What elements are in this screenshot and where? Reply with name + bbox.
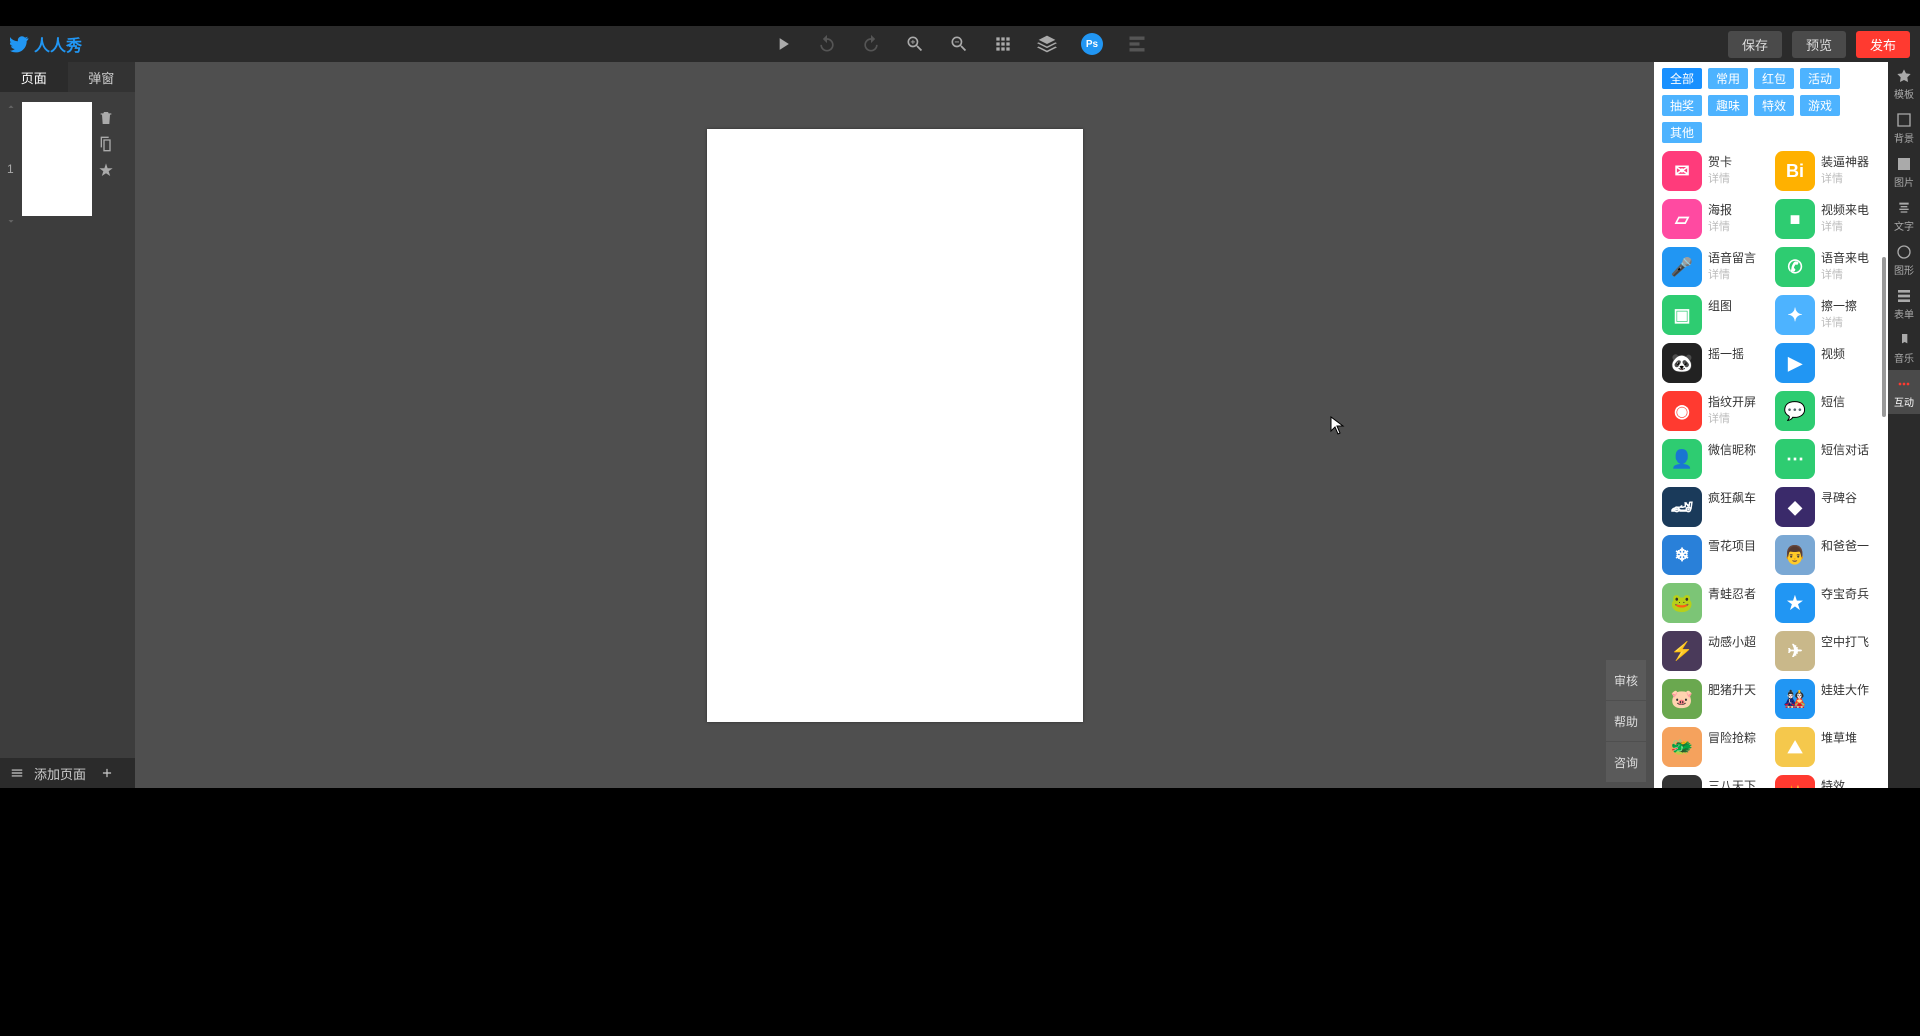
side-tool-图形[interactable]: 图形 <box>1888 238 1920 282</box>
redo-button[interactable] <box>861 34 881 54</box>
component-动感小超[interactable]: ⚡动感小超 <box>1662 631 1767 671</box>
aux-buttons: 审核 帮助 咨询 <box>1606 660 1646 782</box>
component-疯狂飙车[interactable]: 🏎疯狂飙车 <box>1662 487 1767 527</box>
scrollbar-thumb[interactable] <box>1882 257 1886 417</box>
tab-page[interactable]: 页面 <box>0 62 68 92</box>
component-擦一擦[interactable]: ✦擦一擦详情 <box>1775 295 1880 335</box>
component-堆草堆[interactable]: ⛰堆草堆 <box>1775 727 1880 767</box>
component-海报[interactable]: ▱海报详情 <box>1662 199 1767 239</box>
publish-button[interactable]: 发布 <box>1856 31 1910 58</box>
component-微信昵称[interactable]: 👤微信昵称 <box>1662 439 1767 479</box>
topbar: 人人秀 Ps 保存 预览 发布 <box>0 26 1920 62</box>
zoom-in-button[interactable] <box>905 34 925 54</box>
components-list[interactable]: ✉贺卡详情Bi装逼神器详情▱海报详情■视频来电详情🎤语音留言详情✆语音来电详情▣… <box>1654 147 1888 788</box>
page-up-icon[interactable] <box>6 102 16 112</box>
filter-其他[interactable]: 其他 <box>1662 122 1702 143</box>
side-tool-文字[interactable]: 文字 <box>1888 194 1920 238</box>
component-短信[interactable]: 💬短信 <box>1775 391 1880 431</box>
component-视频来电[interactable]: ■视频来电详情 <box>1775 199 1880 239</box>
save-button[interactable]: 保存 <box>1728 31 1782 58</box>
filter-红包[interactable]: 红包 <box>1754 68 1794 89</box>
filter-趣味[interactable]: 趣味 <box>1708 95 1748 116</box>
side-tool-表单[interactable]: 表单 <box>1888 282 1920 326</box>
component-语音来电[interactable]: ✆语音来电详情 <box>1775 247 1880 287</box>
filter-常用[interactable]: 常用 <box>1708 68 1748 89</box>
delete-page-icon[interactable] <box>98 110 114 126</box>
page-down-icon[interactable] <box>6 216 16 226</box>
bird-icon <box>10 34 30 54</box>
star-page-icon[interactable] <box>98 162 114 178</box>
component-寻碑谷[interactable]: ◆寻碑谷 <box>1775 487 1880 527</box>
component-空中打飞[interactable]: ✈空中打飞 <box>1775 631 1880 671</box>
aux-help[interactable]: 帮助 <box>1606 701 1646 741</box>
filter-特效[interactable]: 特效 <box>1754 95 1794 116</box>
side-tool-模板[interactable]: 模板 <box>1888 62 1920 106</box>
page-thumbnail[interactable] <box>22 102 92 216</box>
component-冒险抢粽[interactable]: 🐲冒险抢粽 <box>1662 727 1767 767</box>
play-button[interactable] <box>773 34 793 54</box>
align-button[interactable] <box>1127 34 1147 54</box>
side-tool-音乐[interactable]: 音乐 <box>1888 326 1920 370</box>
component-三八天下[interactable]: …三八天下 <box>1662 775 1767 788</box>
filter-游戏[interactable]: 游戏 <box>1800 95 1840 116</box>
component-和爸爸一[interactable]: 👨和爸爸一 <box>1775 535 1880 575</box>
filter-抽奖[interactable]: 抽奖 <box>1662 95 1702 116</box>
left-panel: 页面 弹窗 1 <box>0 62 135 788</box>
preview-button[interactable]: 预览 <box>1792 31 1846 58</box>
component-青蛙忍者[interactable]: 🐸青蛙忍者 <box>1662 583 1767 623</box>
tab-popup[interactable]: 弹窗 <box>68 62 136 92</box>
component-肥猪升天[interactable]: 🐷肥猪升天 <box>1662 679 1767 719</box>
aux-consult[interactable]: 咨询 <box>1606 742 1646 782</box>
component-特效[interactable]: ✨特效 <box>1775 775 1880 788</box>
component-短信对话[interactable]: ⋯短信对话 <box>1775 439 1880 479</box>
component-摇一摇[interactable]: 🐼摇一摇 <box>1662 343 1767 383</box>
side-tool-图片[interactable]: 图片 <box>1888 150 1920 194</box>
filter-tabs: 全部常用红包活动抽奖趣味特效游戏其他 <box>1654 62 1888 147</box>
undo-button[interactable] <box>817 34 837 54</box>
copy-page-icon[interactable] <box>98 136 114 152</box>
component-娃娃大作[interactable]: 🎎娃娃大作 <box>1775 679 1880 719</box>
right-sidebar: 模板背景图片文字图形表单音乐互动 <box>1888 62 1920 788</box>
page-row: 1 <box>6 102 129 226</box>
canvas-area <box>135 62 1654 788</box>
aux-review[interactable]: 审核 <box>1606 660 1646 700</box>
components-panel: 全部常用红包活动抽奖趣味特效游戏其他 ✉贺卡详情Bi装逼神器详情▱海报详情■视频… <box>1654 62 1888 788</box>
component-指纹开屏[interactable]: ◉指纹开屏详情 <box>1662 391 1767 431</box>
page-number: 1 <box>7 162 15 176</box>
toolbar-center: Ps <box>773 33 1147 55</box>
component-视频[interactable]: ▶视频 <box>1775 343 1880 383</box>
page-canvas[interactable] <box>707 129 1083 722</box>
plus-icon <box>100 766 114 780</box>
component-组图[interactable]: ▣组图 <box>1662 295 1767 335</box>
brand-logo[interactable]: 人人秀 <box>10 32 82 56</box>
menu-icon <box>10 766 24 780</box>
component-贺卡[interactable]: ✉贺卡详情 <box>1662 151 1767 191</box>
filter-全部[interactable]: 全部 <box>1662 68 1702 89</box>
component-装逼神器[interactable]: Bi装逼神器详情 <box>1775 151 1880 191</box>
ps-badge[interactable]: Ps <box>1081 33 1103 55</box>
component-夺宝奇兵[interactable]: ★夺宝奇兵 <box>1775 583 1880 623</box>
grid-button[interactable] <box>993 34 1013 54</box>
side-tool-背景[interactable]: 背景 <box>1888 106 1920 150</box>
component-雪花项目[interactable]: ❄雪花项目 <box>1662 535 1767 575</box>
layers-button[interactable] <box>1037 34 1057 54</box>
filter-活动[interactable]: 活动 <box>1800 68 1840 89</box>
editor-window: 人人秀 Ps 保存 预览 发布 页面 弹 <box>0 26 1920 788</box>
zoom-out-button[interactable] <box>949 34 969 54</box>
component-语音留言[interactable]: 🎤语音留言详情 <box>1662 247 1767 287</box>
side-tool-互动[interactable]: 互动 <box>1888 370 1920 414</box>
add-page-button[interactable]: 添加页面 <box>0 758 135 788</box>
